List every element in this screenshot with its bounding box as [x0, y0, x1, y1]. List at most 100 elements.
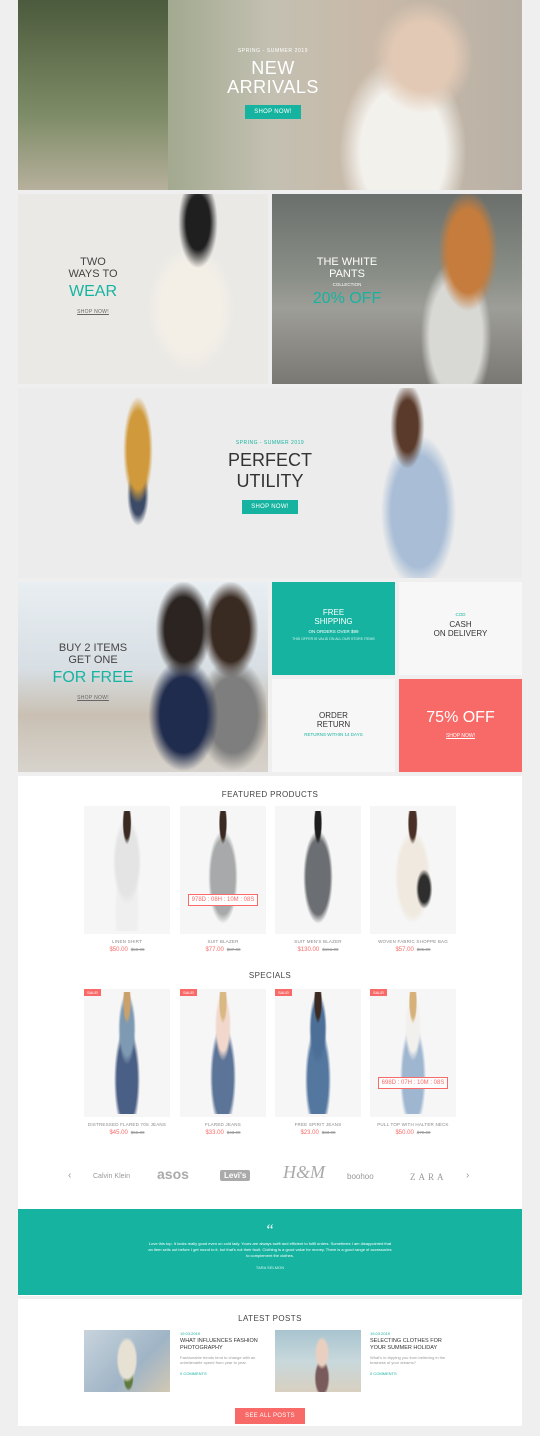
hero-banner[interactable]: SPRING - SUMMER 2019 NEW ARRIVALS SHOP N… [18, 0, 522, 190]
banner-two-ways-line1: TWO [80, 256, 106, 268]
brand-logo-hm[interactable]: H&M [283, 1162, 325, 1183]
product-card[interactable]: WOVEN FABRIC SHOPPE BAG $57.00 $85.00 [370, 806, 456, 953]
featured-title: FEATURED PRODUCTS [221, 790, 319, 799]
product-old-price: $151.00 [322, 947, 339, 952]
product-old-price: $43.00 [226, 1130, 241, 1135]
product-card[interactable]: SALE! FREE SPIRIT JEANS $23.00 $33.00 [275, 989, 361, 1136]
product-card[interactable]: LINEN SHIRT $50.00 $59.00 [84, 806, 170, 953]
banner-white-pants-accent: 20% OFF [312, 290, 382, 307]
posts-title: LATEST POSTS [238, 1314, 302, 1323]
product-name[interactable]: DISTRESSED FLARED 70S JEANS [84, 1122, 170, 1127]
product-name[interactable]: WOVEN FABRIC SHOPPE BAG [370, 939, 456, 944]
product-card[interactable]: 978D : 08H : 10M : 08S SUIT BLAZER $77.0… [180, 806, 266, 953]
see-all-posts-button[interactable]: SEE ALL POSTS [235, 1408, 305, 1424]
sale-75-link[interactable]: SHOP NOW! [399, 733, 522, 739]
free-shipping-note: THIS OFFER IS VALID ON ALL OUR STORE ITE… [292, 637, 375, 641]
hero-title-line2: ARRIVALS [227, 77, 319, 97]
product-image[interactable]: 978D : 08H : 10M : 08S [180, 806, 266, 934]
banner-white-pants[interactable]: THE WHITE PANTS COLLECTION 20% OFF [272, 194, 522, 384]
banner-buy-two-link[interactable]: SHOP NOW! [43, 695, 143, 701]
post-date: 19.03.2019 [370, 1331, 391, 1336]
banner-utility-kicker: SPRING - SUMMER 2019 [235, 440, 305, 446]
post-title[interactable]: WHAT INFLUENCES FASHION PHOTOGRAPHY [180, 1338, 260, 1352]
product-card[interactable]: SALE! DISTRESSED FLARED 70S JEANS $45.00… [84, 989, 170, 1136]
brands-prev-icon[interactable]: ‹ [68, 1170, 71, 1181]
banner-white-pants-image [402, 194, 522, 384]
post-excerpt: What's in-tripping you from believing in… [370, 1355, 446, 1365]
product-old-price: $85.00 [416, 947, 431, 952]
product-price: $50.00 [109, 947, 128, 953]
free-shipping-line2: SHIPPING [314, 617, 353, 626]
banner-white-pants-line1: THE WHITE [316, 256, 378, 268]
banner-buy-two[interactable]: BUY 2 ITEMS GET ONE FOR FREE SHOP NOW! [18, 582, 268, 772]
product-image[interactable]: SALE! [275, 989, 361, 1117]
product-image[interactable]: SALE! 698D : 07H : 10M : 08S [370, 989, 456, 1117]
banner-buy-two-line2: GET ONE [68, 654, 118, 666]
banner-two-ways-line2: WAYS TO [68, 268, 118, 280]
sale-badge: SALE! [180, 989, 198, 996]
product-card[interactable]: SALE! 698D : 07H : 10M : 08S PULL TOP WI… [370, 989, 456, 1136]
post-date: 19.03.2019 [180, 1331, 201, 1336]
post-image[interactable] [275, 1330, 361, 1392]
banner-two-ways-link[interactable]: SHOP NOW! [48, 309, 138, 315]
cod-line1: CASH [449, 620, 472, 629]
product-name[interactable]: PULL TOP WITH HALTER NECK [370, 1122, 456, 1127]
product-name[interactable]: FREE SPIRIT JEANS [275, 1122, 361, 1127]
post-comments[interactable]: 0 COMMENTS [180, 1371, 260, 1376]
product-name[interactable]: LINEN SHIRT [84, 939, 170, 944]
banner-utility-line2: UTILITY [236, 471, 304, 491]
cod-tile: COD CASH ON DELIVERY [399, 582, 522, 675]
product-old-price: $79.00 [416, 1130, 431, 1135]
hero-shop-button[interactable]: SHOP NOW! [245, 105, 301, 119]
brand-logo-levis[interactable]: Levi's [220, 1170, 251, 1181]
product-image[interactable]: SALE! [180, 989, 266, 1117]
post-meta: 19.03.2019 WHAT INFLUENCES FASHION PHOTO… [180, 1331, 260, 1376]
free-shipping-line1: FREE [322, 608, 345, 617]
sale-badge: SALE! [370, 989, 388, 996]
hero-trees-image [18, 0, 168, 190]
banner-buy-two-image [148, 582, 266, 772]
product-image[interactable]: SALE! [84, 989, 170, 1117]
sale-75-tile[interactable]: 75% OFF SHOP NOW! [399, 679, 522, 772]
post-meta: 19.03.2019 SELECTING CLOTHES FOR YOUR SU… [370, 1331, 450, 1376]
banner-white-pants-line2: PANTS [329, 268, 365, 280]
post-image[interactable] [84, 1330, 170, 1392]
hero-title-line1: NEW [251, 58, 295, 78]
banner-two-ways-image [128, 194, 268, 384]
specials-title: SPECIALS [248, 971, 292, 980]
post-title[interactable]: SELECTING CLOTHES FOR YOUR SUMMER HOLIDA… [370, 1338, 450, 1352]
banner-utility-button[interactable]: SHOP NOW! [242, 500, 298, 514]
order-return-sub: RETURNS WITHIN 14 DAYS [304, 732, 363, 737]
post-comments[interactable]: 0 COMMENTS [370, 1371, 450, 1376]
product-name[interactable]: SUIT MEN'S BLAZER [275, 939, 361, 944]
product-image[interactable] [275, 806, 361, 934]
product-card[interactable]: SALE! FLARED JEANS $33.00 $43.00 [180, 989, 266, 1136]
brand-logo-calvin-klein[interactable]: Calvin Klein [93, 1173, 130, 1180]
product-price: $45.00 [109, 1130, 128, 1136]
product-name[interactable]: SUIT BLAZER [180, 939, 266, 944]
product-image[interactable] [84, 806, 170, 934]
cod-kicker: COD [455, 612, 466, 617]
countdown-timer: 978D : 08H : 10M : 08S [188, 894, 258, 906]
brand-logo-asos[interactable]: asos [157, 1166, 189, 1182]
product-name[interactable]: FLARED JEANS [180, 1122, 266, 1127]
brand-logo-zara[interactable]: ZARA [410, 1172, 447, 1182]
post-excerpt: Fashionable trends tend to change with a… [180, 1355, 256, 1365]
product-price: $57.00 [395, 947, 414, 953]
quote-icon: “ [266, 1222, 274, 1239]
product-old-price: $59.00 [130, 947, 145, 952]
banner-utility-model-left-image [103, 396, 173, 576]
order-return-line1: ORDER [319, 711, 348, 720]
banner-two-ways[interactable]: TWO WAYS TO WEAR SHOP NOW! [18, 194, 268, 384]
banner-perfect-utility[interactable]: SPRING - SUMMER 2019 PERFECT UTILITY SHO… [18, 388, 522, 578]
product-price: $50.00 [395, 1130, 414, 1136]
cod-line2: ON DELIVERY [433, 629, 488, 638]
banner-utility-line1: PERFECT [227, 450, 312, 470]
product-image[interactable] [370, 806, 456, 934]
brand-logo-boohoo[interactable]: boohoo [347, 1172, 374, 1181]
free-shipping-sub: ON ORDERS OVER $99 [308, 629, 359, 634]
brands-next-icon[interactable]: › [466, 1170, 469, 1181]
product-card[interactable]: SUIT MEN'S BLAZER $130.00 $151.00 [275, 806, 361, 953]
product-old-price: $87.00 [226, 947, 241, 952]
sale-75-title: 75% OFF [426, 709, 495, 726]
